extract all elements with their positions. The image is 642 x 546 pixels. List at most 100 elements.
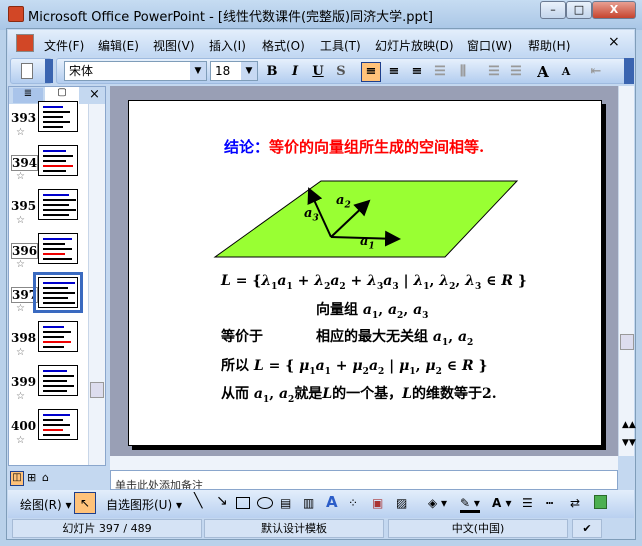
view-buttons: ◫ ⊞ ⌂ xyxy=(8,470,108,488)
font-size-value: 18 xyxy=(215,64,231,78)
menu-bar: 文件(F) 编辑(E) 视图(V) 插入(I) 格式(O) 工具(T) 幻灯片放… xyxy=(8,30,634,56)
notes-pane[interactable]: 单击此处添加备注 xyxy=(110,470,618,490)
toolbar-options-icon[interactable] xyxy=(45,59,53,83)
status-template[interactable]: 默认设计模板 xyxy=(204,519,384,538)
label-a2: a2 xyxy=(336,193,351,211)
slide-number: 399 xyxy=(11,375,37,389)
close-pane-button[interactable]: × xyxy=(89,87,100,102)
menu-file[interactable]: 文件(F) xyxy=(44,37,84,54)
align-center-button[interactable]: ≡ xyxy=(384,62,404,82)
draw-menu[interactable]: 绘图(R) ▾ xyxy=(20,496,72,513)
menu-tools[interactable]: 工具(T) xyxy=(320,37,361,54)
select-pointer-button[interactable]: ↖ xyxy=(74,492,96,514)
bold-button[interactable]: B xyxy=(262,62,282,82)
previous-slide-button[interactable]: ▲▲ xyxy=(622,420,636,430)
textbox-tool[interactable]: ▤ xyxy=(280,496,291,510)
star-icon: ☆ xyxy=(16,215,25,226)
menu-view[interactable]: 视图(V) xyxy=(153,37,195,54)
maximize-button[interactable]: □ xyxy=(566,1,592,19)
line-tool[interactable]: ╲ xyxy=(194,493,202,509)
window-title: Microsoft Office PowerPoint - [线性代数课件(完整… xyxy=(28,10,433,25)
autoshapes-menu[interactable]: 自选图形(U) ▾ xyxy=(106,496,182,513)
arrow-tool[interactable]: ↘ xyxy=(216,493,228,509)
bullets-button[interactable]: ☰ xyxy=(506,62,526,82)
oval-tool[interactable] xyxy=(257,497,273,509)
arrow-style-icon[interactable]: ⇄ xyxy=(570,496,580,510)
font-select[interactable]: 宋体 ▼ xyxy=(64,61,207,81)
line-style-icon[interactable]: ☰ xyxy=(522,496,533,510)
dash-style-icon[interactable]: ┅ xyxy=(546,496,553,510)
formula-L-mu: 所以 L = { μ1a1 + μ2a2 | μ1, μ2 ∈ R } xyxy=(221,358,488,377)
close-button[interactable]: X xyxy=(592,1,636,19)
powerpoint-icon xyxy=(8,6,24,22)
slide-thumbnail[interactable] xyxy=(38,145,78,176)
menu-edit[interactable]: 编辑(E) xyxy=(98,37,139,54)
slide-canvas[interactable]: 结论：等价的向量组所生成的空间相等. a3 a2 a1 L = {λ1a1 + … xyxy=(128,100,602,446)
slideshow-button[interactable]: ⌂ xyxy=(42,471,49,484)
slide-thumbnail[interactable] xyxy=(38,101,78,132)
scrollbar-thumb[interactable] xyxy=(90,382,104,398)
font-value: 宋体 xyxy=(69,64,94,78)
slides-pane: ≣ ▢ × 393 ☆ 394 ☆ 395 ☆ 396 ☆ 397 ☆ 398 ☆ 399 ☆ 400 ☆ xyxy=(8,86,106,466)
diagram-icon[interactable]: ⁘ xyxy=(348,496,358,510)
slide-number: 400 xyxy=(11,419,37,433)
decrease-indent-button[interactable]: ⇤ xyxy=(586,62,606,82)
wordart-icon[interactable]: A xyxy=(326,493,338,511)
italic-button[interactable]: I xyxy=(285,62,305,82)
numbering-button[interactable]: ☰ xyxy=(484,62,504,82)
spelling-icon[interactable]: ✔ xyxy=(572,519,602,538)
pane-scrollbar[interactable] xyxy=(88,104,105,465)
slide-editing-area: 结论：等价的向量组所生成的空间相等. a3 a2 a1 L = {λ1a1 + … xyxy=(110,86,634,456)
font-size-select[interactable]: 18 ▼ xyxy=(210,61,258,81)
shadow-style-icon[interactable] xyxy=(594,495,607,509)
scrollbar-thumb[interactable] xyxy=(620,334,634,350)
clipart-icon[interactable]: ▣ xyxy=(372,496,383,510)
slide-thumbnail[interactable] xyxy=(38,189,78,220)
font-color-icon[interactable]: A ▾ xyxy=(492,496,512,510)
normal-view-button[interactable]: ◫ xyxy=(10,471,24,486)
slide-thumbnail[interactable] xyxy=(33,272,83,313)
vertical-textbox-tool[interactable]: ▥ xyxy=(303,496,314,510)
align-right-button[interactable]: ≡ xyxy=(407,62,427,82)
menu-help[interactable]: 帮助(H) xyxy=(528,37,570,54)
star-icon: ☆ xyxy=(16,259,25,270)
distribute-button[interactable]: ☰ xyxy=(430,62,450,82)
line-spacing-button[interactable]: ⫼ xyxy=(453,62,473,82)
slide-number: 394 xyxy=(11,155,39,171)
new-document-icon[interactable] xyxy=(21,63,33,79)
picture-icon[interactable]: ▨ xyxy=(396,496,407,510)
slide-thumbnail[interactable] xyxy=(38,233,78,264)
rectangle-tool[interactable] xyxy=(236,497,250,509)
next-slide-button[interactable]: ▼▼ xyxy=(622,438,636,448)
star-icon: ☆ xyxy=(16,347,25,358)
slide-number: 396 xyxy=(11,243,39,259)
menu-format[interactable]: 格式(O) xyxy=(262,37,305,54)
max-independent-line: 相应的最大无关组 a1, a2 xyxy=(316,329,474,348)
line-color-icon[interactable]: ✎ ▾ xyxy=(460,496,480,513)
fill-color-icon[interactable]: ◈ ▾ xyxy=(428,496,447,510)
menu-insert[interactable]: 插入(I) xyxy=(209,37,246,54)
slide-thumbnail[interactable] xyxy=(38,409,78,440)
slide-thumbnail[interactable] xyxy=(38,321,78,352)
formula-L: L = {λ1a1 + λ2a2 + λ3a3 | λ1, λ2, λ3 ∈ R… xyxy=(221,273,527,292)
slide-sorter-button[interactable]: ⊞ xyxy=(27,471,36,484)
slide-number: 393 xyxy=(11,111,37,125)
underline-button[interactable]: U xyxy=(308,62,328,82)
star-icon: ☆ xyxy=(16,127,25,138)
increase-font-button[interactable]: A xyxy=(533,62,553,82)
conclusion-line: 从而 a1, a2就是L的一个基，L的维数等于2. xyxy=(221,386,497,405)
horizontal-scrollbar[interactable] xyxy=(110,456,618,470)
shadow-button[interactable]: S xyxy=(331,62,351,82)
slide-thumbnail[interactable] xyxy=(38,365,78,396)
toolbar-options-icon[interactable] xyxy=(624,58,634,84)
vector-group-line: 向量组 a1, a2, a3 xyxy=(316,302,429,321)
document-icon xyxy=(16,34,34,52)
menu-window[interactable]: 窗口(W) xyxy=(467,37,512,54)
chevron-down-icon: ▼ xyxy=(241,62,257,80)
minimize-button[interactable]: – xyxy=(540,1,566,19)
main-vertical-scrollbar[interactable]: ▲▲ ▼▼ xyxy=(618,86,636,456)
align-left-button[interactable]: ≡ xyxy=(361,62,381,82)
menu-slideshow[interactable]: 幻灯片放映(D) xyxy=(375,37,454,54)
decrease-font-button[interactable]: A xyxy=(556,62,576,82)
close-document-button[interactable]: × xyxy=(608,34,620,50)
